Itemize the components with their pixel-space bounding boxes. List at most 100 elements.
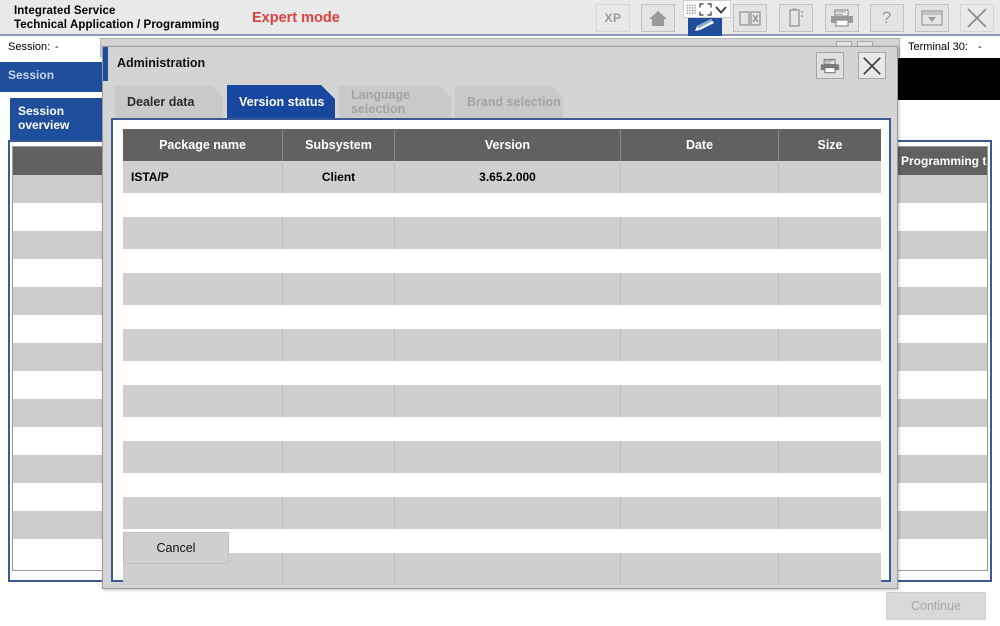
- table-row: [897, 483, 987, 511]
- table-header-row: Package name Subsystem Version Date Size: [123, 129, 881, 161]
- sidebar-item-session-overview-label: Session overview: [18, 104, 69, 132]
- xp-button-label: XP: [604, 11, 621, 25]
- tab-brand-selection-label: Brand selection: [467, 95, 561, 109]
- expand-icon: [699, 3, 712, 16]
- version-status-table: Package name Subsystem Version Date Size…: [123, 129, 881, 585]
- cell-version: 3.65.2.000: [395, 161, 621, 193]
- table-row: [897, 399, 987, 427]
- table-row: [13, 203, 103, 231]
- table-row: [13, 343, 103, 371]
- xp-button[interactable]: XP: [596, 4, 630, 32]
- table-row[interactable]: ISTA/P Client 3.65.2.000: [123, 161, 881, 193]
- close-icon[interactable]: [960, 4, 994, 32]
- table-row: [897, 427, 987, 455]
- row-spacer: [123, 361, 881, 385]
- chevron-down-icon: [714, 3, 728, 16]
- background-table-left: [12, 146, 104, 571]
- cell-subsystem: Client: [283, 161, 395, 193]
- dialog-title: Administration: [117, 56, 205, 70]
- compare-icon[interactable]: [733, 4, 767, 32]
- table-row: [897, 231, 987, 259]
- app-title: Integrated Service Technical Application…: [14, 4, 219, 32]
- table-row-empty[interactable]: [123, 441, 881, 473]
- tab-dealer-data[interactable]: Dealer data: [115, 85, 223, 119]
- sidebar-item-session-overview[interactable]: Session overview: [10, 98, 106, 142]
- table-row-empty[interactable]: [123, 329, 881, 361]
- table-row: [897, 203, 987, 231]
- table-row: [13, 371, 103, 399]
- table-row: [13, 259, 103, 287]
- table-row: [13, 511, 103, 539]
- background-table-right-header: Programming time: [897, 147, 987, 175]
- column-header-package-name: Package name: [123, 129, 283, 161]
- sidebar-item-session-label: Session: [8, 68, 54, 82]
- help-icon[interactable]: ?: [870, 4, 904, 32]
- terminal-label: Terminal 30:: [908, 41, 968, 53]
- table-row: [13, 287, 103, 315]
- dialog-print-button[interactable]: [816, 52, 844, 79]
- tab-dealer-data-label: Dealer data: [127, 95, 194, 109]
- table-row: [13, 483, 103, 511]
- table-row: [13, 427, 103, 455]
- table-row-empty[interactable]: [123, 273, 881, 305]
- table-row: [13, 539, 103, 567]
- minimize-icon[interactable]: [915, 4, 949, 32]
- table-row: [897, 287, 987, 315]
- table-row: [897, 175, 987, 203]
- row-spacer: [123, 417, 881, 441]
- background-table-left-header: [13, 147, 103, 175]
- background-black-strip: [898, 58, 1000, 100]
- dialog-close-button[interactable]: [858, 52, 886, 79]
- terminal-value: -: [978, 41, 982, 53]
- table-row: [13, 175, 103, 203]
- session-label: Session:: [8, 41, 50, 53]
- view-mode-popup[interactable]: [683, 0, 731, 18]
- table-row: [897, 539, 987, 567]
- app-title-line1: Integrated Service: [14, 4, 219, 18]
- table-row: [897, 343, 987, 371]
- print-icon[interactable]: [825, 4, 859, 32]
- cancel-button[interactable]: Cancel: [123, 532, 229, 564]
- row-spacer: [123, 193, 881, 217]
- table-row-empty[interactable]: [123, 385, 881, 417]
- cancel-button-label: Cancel: [157, 541, 196, 555]
- app-title-line2: Technical Application / Programming: [14, 18, 219, 32]
- sidebar-item-session[interactable]: Session: [0, 62, 106, 92]
- edit-pencil-icon[interactable]: [688, 16, 722, 36]
- help-icon-label: ?: [882, 8, 892, 28]
- tab-version-status[interactable]: Version status: [227, 85, 335, 119]
- home-icon[interactable]: [641, 4, 675, 32]
- row-spacer: [123, 305, 881, 329]
- table-row: [897, 259, 987, 287]
- row-spacer: [123, 473, 881, 497]
- tab-language-selection-label: Language selection: [351, 88, 410, 116]
- tab-language-selection: Language selection: [339, 85, 451, 119]
- table-row-empty[interactable]: [123, 553, 881, 585]
- table-row: [13, 399, 103, 427]
- administration-dialog: Administration Dealer data Version statu…: [102, 46, 898, 589]
- table-row-empty[interactable]: [123, 217, 881, 249]
- table-row: [13, 231, 103, 259]
- table-row: [13, 455, 103, 483]
- table-row: [897, 371, 987, 399]
- battery-icon[interactable]: [779, 4, 813, 32]
- column-header-version: Version: [395, 129, 621, 161]
- table-row: [897, 315, 987, 343]
- row-spacer: [123, 249, 881, 273]
- column-header-date: Date: [621, 129, 779, 161]
- table-row-empty[interactable]: [123, 497, 881, 529]
- session-value: -: [55, 41, 59, 53]
- row-spacer: [123, 529, 881, 553]
- dialog-accent-bar: [103, 47, 108, 81]
- table-row: [13, 315, 103, 343]
- column-header-subsystem: Subsystem: [283, 129, 395, 161]
- background-table-right: Programming time: [896, 146, 988, 571]
- dot-grid-icon: [686, 4, 697, 15]
- cell-package-name: ISTA/P: [123, 161, 283, 193]
- table-row: [897, 455, 987, 483]
- tab-brand-selection: Brand selection: [455, 85, 563, 119]
- cell-size: [779, 161, 881, 193]
- continue-button[interactable]: Continue: [886, 592, 986, 620]
- continue-button-label: Continue: [911, 599, 961, 613]
- app-header: Integrated Service Technical Application…: [0, 0, 1000, 36]
